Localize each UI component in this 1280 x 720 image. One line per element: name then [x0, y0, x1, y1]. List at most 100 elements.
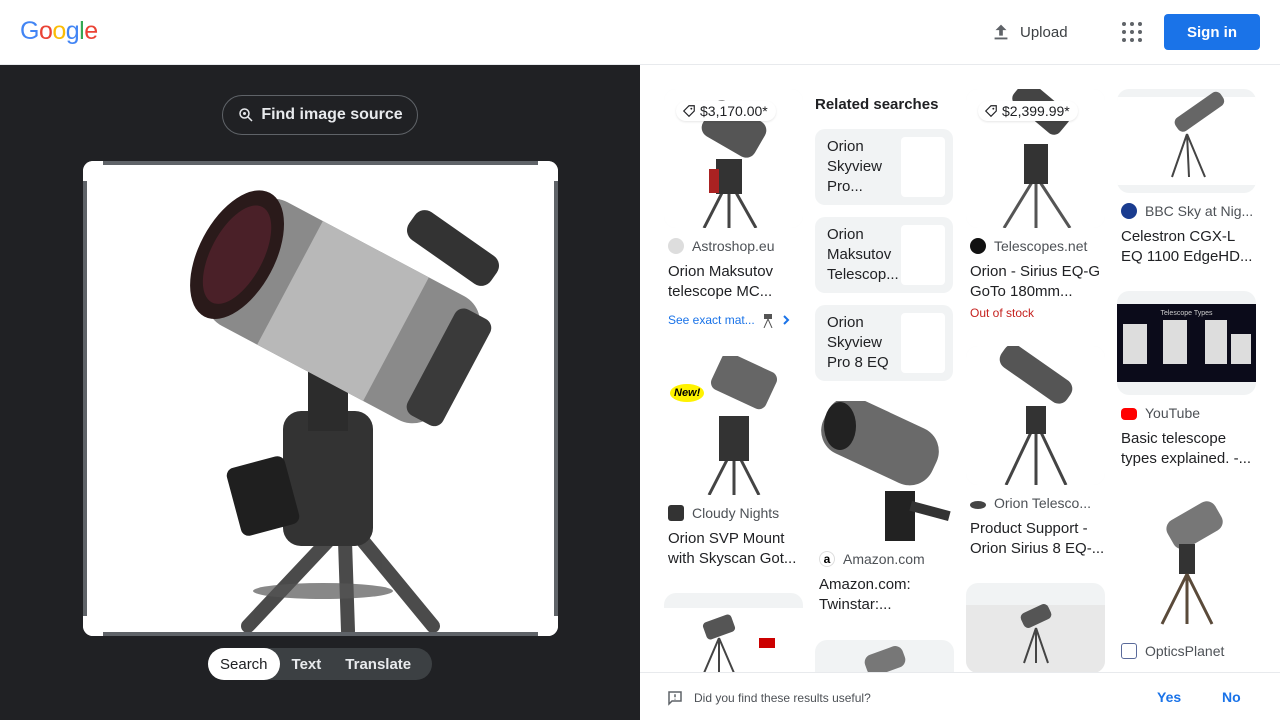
find-image-source-button[interactable]: Find image source [222, 95, 418, 135]
google-logo[interactable]: Google [20, 17, 98, 46]
query-image[interactable] [83, 161, 558, 636]
telescopes-net-icon [970, 238, 986, 254]
result-source[interactable]: Cloudy Nights [664, 505, 803, 521]
youtube-icon [1121, 408, 1137, 420]
result-thumbnail[interactable] [966, 583, 1105, 673]
result-source[interactable]: OpticsPlanet [1117, 643, 1256, 659]
feedback-icon [668, 691, 682, 706]
result-source[interactable]: Telescopes.net [966, 238, 1105, 254]
exact-match-label: See exact mat... [668, 313, 755, 327]
result-source[interactable]: Orion Telesco... [966, 495, 1105, 511]
result-title[interactable]: Amazon.com: Twinstar:... [815, 575, 954, 615]
mode-translate-tab[interactable]: Translate [333, 648, 423, 680]
feedback-bar: Did you find these results useful? Yes N… [640, 672, 1280, 720]
bbc-sky-icon [1121, 203, 1137, 219]
result-title[interactable]: Orion - Sirius EQ-G GoTo 180mm... [966, 262, 1105, 302]
related-search-label: Orion Maksutov Telescop... [827, 226, 899, 283]
result-card[interactable]: $3,170.00* Astroshop.eu Orion Maksutov t… [664, 89, 803, 328]
result-title[interactable]: Orion SVP Mount with Skyscan Got... [664, 529, 803, 569]
related-search-label: Orion Skyview Pro... [827, 138, 883, 195]
find-image-source-label: Find image source [261, 106, 403, 123]
result-thumbnail[interactable]: New! [664, 356, 803, 495]
related-searches-heading: Related searches [815, 96, 939, 113]
source-name: Orion Telesco... [994, 495, 1092, 511]
video-frame-panel [1231, 334, 1251, 364]
upload-button[interactable]: Upload [990, 18, 1068, 46]
source-name: YouTube [1145, 405, 1201, 421]
result-thumbnail[interactable] [815, 401, 954, 541]
source-name: Astroshop.eu [692, 238, 775, 254]
mode-text-tab[interactable]: Text [280, 648, 334, 680]
result-card[interactable]: $2,399.99* Telescopes.net Orion - Sirius… [966, 89, 1105, 320]
result-card[interactable]: a Amazon.com Amazon.com: Twinstar:... [815, 401, 954, 615]
video-frame-panel [1163, 320, 1187, 364]
upload-label: Upload [1020, 23, 1068, 41]
sign-in-button[interactable]: Sign in [1164, 14, 1260, 50]
apps-grid-icon[interactable] [1122, 22, 1142, 42]
telescope-thumbnail [1117, 91, 1256, 185]
source-name: BBC Sky at Nig... [1145, 203, 1254, 219]
source-name: Cloudy Nights [692, 505, 780, 521]
telescope-mini-icon [763, 314, 773, 328]
lens-search-icon [239, 108, 253, 122]
mode-search-tab[interactable]: Search [208, 648, 280, 680]
source-name: Amazon.com [843, 551, 925, 567]
related-search-thumbnail [901, 225, 945, 285]
lens-panel: Find image source Search Text Translate [0, 65, 640, 720]
result-thumbnail[interactable] [966, 346, 1105, 485]
feedback-no-button[interactable]: No [1222, 689, 1241, 705]
result-card[interactable]: Telescope Types YouTube Basic telescope … [1117, 291, 1256, 469]
related-search-chip[interactable]: Orion Skyview Pro... [815, 129, 953, 205]
telescope-thumbnail [821, 401, 951, 541]
price-badge: $2,399.99* [978, 101, 1078, 121]
telescope-image [83, 161, 558, 636]
related-search-chip[interactable]: Orion Maksutov Telescop... [815, 217, 953, 293]
result-source[interactable]: a Amazon.com [815, 551, 954, 567]
youtube-video-frame: Telescope Types [1117, 304, 1256, 382]
result-source[interactable]: YouTube [1117, 405, 1256, 421]
feedback-question-text: Did you find these results useful? [694, 691, 871, 705]
telescope-thumbnail [966, 346, 1105, 485]
cloudy-nights-icon [668, 505, 684, 521]
price-badge: $3,170.00* [676, 101, 776, 121]
feedback-yes-button[interactable]: Yes [1157, 689, 1181, 705]
result-card[interactable]: BBC Sky at Nig... Celestron CGX-L EQ 110… [1117, 89, 1256, 267]
result-thumbnail[interactable]: $2,399.99* [966, 89, 1105, 228]
video-frame-panel [1123, 324, 1147, 364]
telescope-thumbnail [1160, 501, 1223, 625]
result-title[interactable]: Orion Maksutov telescope MC... [664, 262, 803, 302]
result-source[interactable]: Astroshop.eu [664, 238, 803, 254]
result-title[interactable]: Product Support - Orion Sirius 8 EQ-... [966, 519, 1105, 559]
opticsplanet-icon [1121, 643, 1137, 659]
related-search-thumbnail [901, 137, 945, 197]
upload-icon [994, 24, 1008, 40]
result-title[interactable]: Basic telescope types explained. -... [1117, 429, 1256, 469]
results-panel: $3,170.00* Astroshop.eu Orion Maksutov t… [640, 65, 1280, 720]
source-name: Telescopes.net [994, 238, 1088, 254]
result-card[interactable]: Orion Telesco... Product Support - Orion… [966, 346, 1105, 559]
result-thumbnail[interactable]: $3,170.00* [664, 89, 803, 228]
result-thumbnail[interactable] [1117, 89, 1256, 193]
price-text: $3,170.00* [700, 103, 768, 119]
result-thumbnail[interactable]: Telescope Types [1117, 291, 1256, 395]
result-title[interactable]: Celestron CGX-L EQ 1100 EdgeHD... [1117, 227, 1256, 267]
related-search-chip[interactable]: Orion Skyview Pro 8 EQ [815, 305, 953, 381]
chevron-right-icon [783, 315, 790, 325]
result-source[interactable]: BBC Sky at Nig... [1117, 203, 1256, 219]
result-card[interactable] [966, 583, 1105, 673]
telescope-thumbnail [707, 356, 778, 495]
astroshop-icon [668, 238, 684, 254]
result-thumbnail[interactable] [1117, 494, 1256, 633]
video-frame-panel [1205, 320, 1227, 364]
header: Google Upload Sign in [0, 0, 1280, 65]
new-badge: New! [670, 384, 705, 402]
source-name: OpticsPlanet [1145, 643, 1225, 659]
related-search-thumbnail [901, 313, 945, 373]
price-text: $2,399.99* [1002, 103, 1070, 119]
telescope-thumbnail [966, 604, 1105, 673]
orion-icon [970, 501, 986, 509]
amazon-icon: a [819, 551, 835, 567]
see-exact-matches-link[interactable]: See exact mat... [664, 312, 803, 328]
result-card[interactable]: OpticsPlanet [1117, 494, 1256, 659]
result-card[interactable]: New! Cloudy Nights Orion SVP Mount with … [664, 356, 803, 569]
